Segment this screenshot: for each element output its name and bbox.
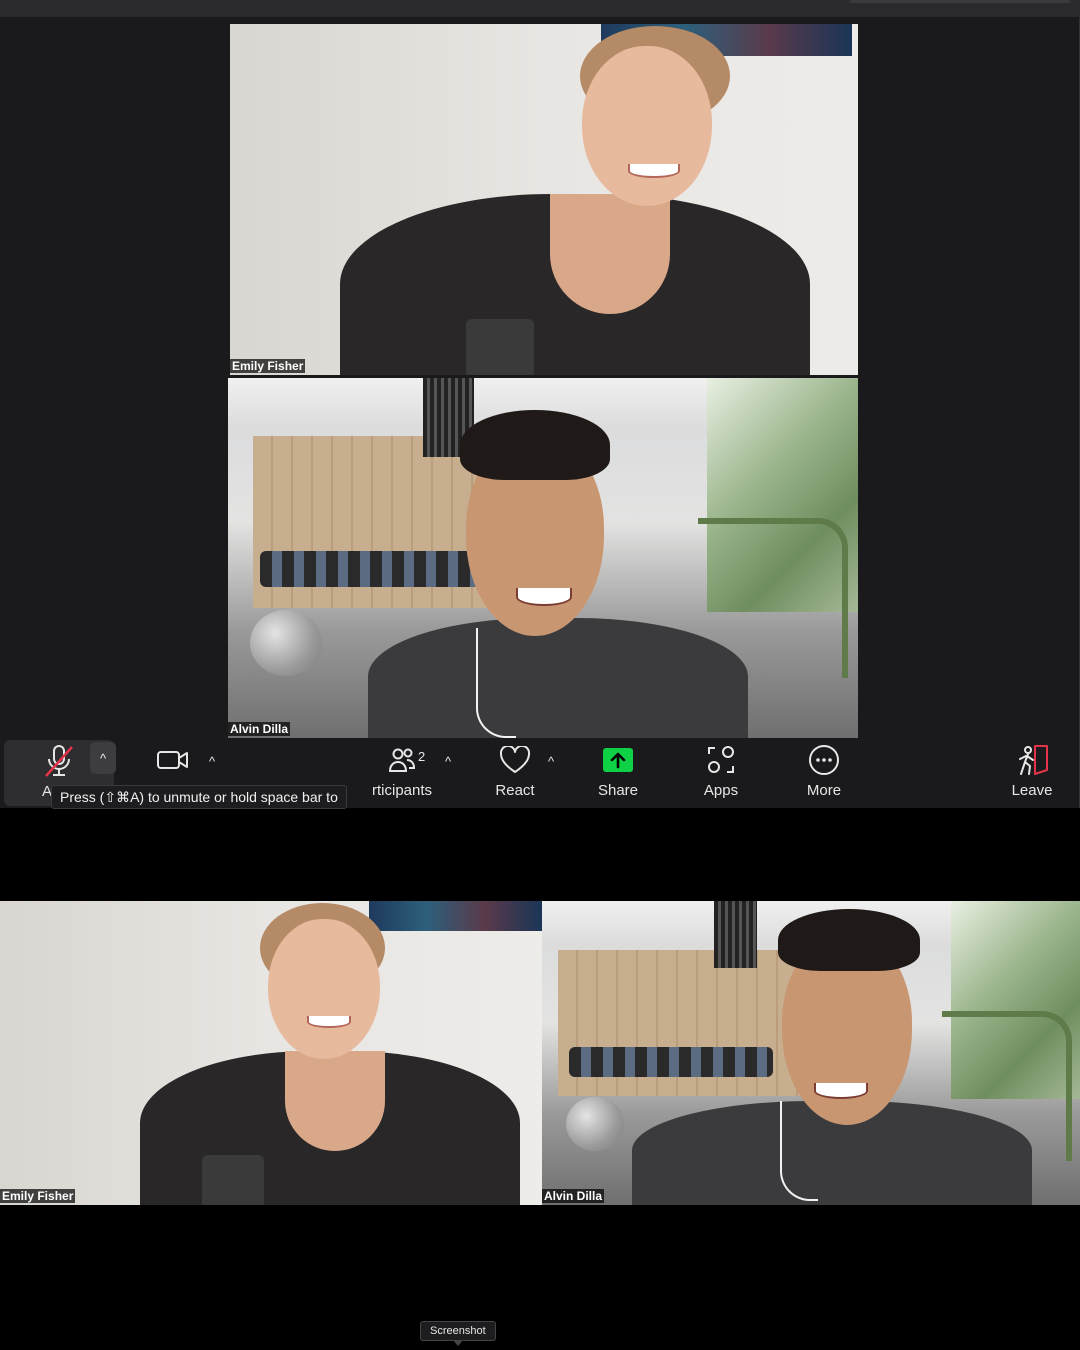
leave-button[interactable]: Leave	[1008, 740, 1056, 806]
face	[582, 46, 712, 206]
more-dots-icon	[808, 740, 840, 780]
video-tile-alvin-dilla[interactable]: Alvin Dilla	[228, 378, 858, 738]
exercise-ball	[566, 1097, 624, 1151]
participants-label: rticipants	[372, 782, 433, 799]
smile	[814, 1083, 868, 1099]
video-options-caret[interactable]: ^	[200, 746, 224, 776]
hair	[460, 410, 610, 480]
smile	[628, 164, 680, 178]
leave-icon	[1015, 740, 1049, 780]
dumbbell-rack	[259, 550, 493, 587]
dumbbell-rack	[568, 1046, 774, 1078]
video-camera-icon	[156, 740, 190, 780]
smile	[307, 1016, 351, 1028]
participant-name-tag: Emily Fisher	[230, 359, 306, 373]
video-tile-emily-fisher[interactable]: Emily Fisher	[230, 24, 858, 375]
microphone-muted-icon	[42, 742, 76, 780]
window-title-strip	[0, 0, 1080, 17]
share-label: Share	[597, 782, 639, 799]
video-feed	[230, 24, 858, 375]
hair	[778, 909, 920, 971]
torso	[368, 618, 748, 738]
face	[268, 919, 380, 1059]
apps-button[interactable]: Apps	[696, 740, 746, 806]
video-feed	[0, 901, 542, 1205]
desk-microphone	[466, 319, 534, 375]
video-feed	[228, 378, 858, 738]
leave-label: Leave	[1011, 782, 1053, 799]
more-button[interactable]: More	[800, 740, 848, 806]
participant-name-tag: Emily Fisher	[0, 1189, 76, 1203]
wall-art	[368, 901, 542, 932]
video-tile-alvin-dilla[interactable]: Alvin Dilla	[542, 901, 1080, 1205]
react-label: React	[495, 782, 535, 799]
ceiling-slats	[714, 901, 758, 968]
apps-label: Apps	[703, 782, 739, 799]
heart-icon	[499, 740, 531, 780]
participant-name-tag: Alvin Dilla	[228, 722, 291, 736]
share-button[interactable]: Share	[590, 740, 646, 806]
desk-microphone	[202, 1155, 264, 1205]
participants-options-caret[interactable]: ^	[436, 746, 460, 776]
earphone-cable	[476, 628, 516, 738]
window-drag-handle[interactable]	[850, 0, 1070, 3]
meeting-window: Emily Fisher Alvin Dilla ^ ^ 2 ^ React ^…	[0, 0, 1080, 808]
earphone-cable	[780, 1101, 818, 1201]
react-options-caret[interactable]: ^	[539, 746, 563, 776]
participants-icon	[387, 740, 417, 780]
participant-name-tag: Alvin Dilla	[542, 1189, 605, 1203]
apps-icon	[706, 740, 736, 780]
unmute-tooltip: Press (⇧⌘A) to unmute or hold space bar …	[51, 785, 347, 809]
video-tile-emily-fisher[interactable]: Emily Fisher	[0, 901, 542, 1205]
screenshot-tooltip: Screenshot	[420, 1321, 496, 1346]
smile	[516, 588, 572, 606]
share-arrow-icon	[603, 740, 633, 780]
participants-count: 2	[418, 749, 426, 764]
audio-options-caret[interactable]: ^	[90, 742, 116, 774]
video-feed	[542, 901, 1080, 1205]
more-label: More	[806, 782, 842, 799]
exercise-ball	[250, 610, 322, 676]
react-button[interactable]: React	[488, 740, 542, 806]
